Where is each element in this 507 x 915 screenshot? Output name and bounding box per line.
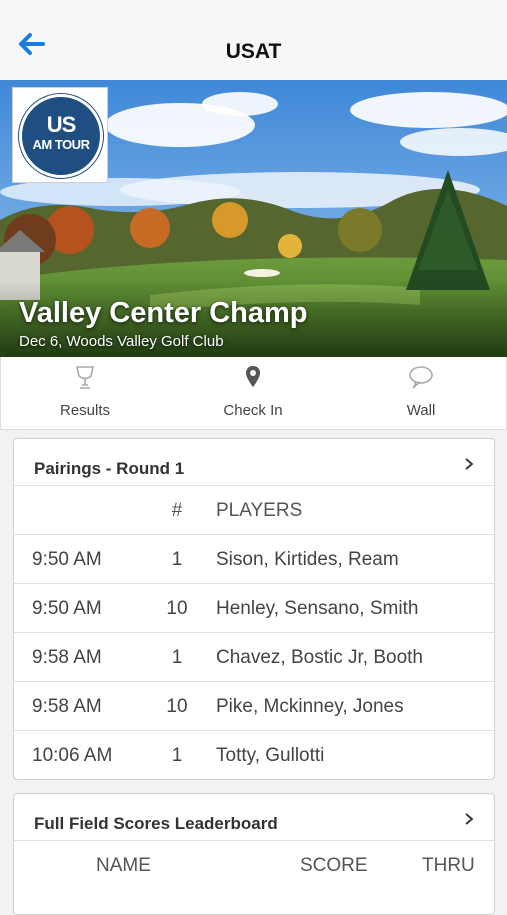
column-header-num: # [171,500,183,521]
player-names: Pike, Mckinney, Jones [216,696,404,717]
tab-check-in-label: Check In [223,402,283,419]
nav-bar: USAT [0,0,507,80]
tee-time: 10:06 AM [32,745,113,766]
chevron-right-icon [465,458,474,470]
trophy-icon [76,366,94,389]
column-header-thru: THRU [422,855,475,876]
chevron-right-icon [465,813,474,825]
table-row[interactable]: 9:58 AM 1 Chavez, Bostic Jr, Booth [14,633,494,682]
player-names: Sison, Kirtides, Ream [216,549,399,570]
tee-time: 9:50 AM [32,549,102,570]
tee-time: 9:50 AM [32,598,102,619]
table-row[interactable]: 9:58 AM 10 Pike, Mckinney, Jones [14,682,494,731]
event-title: Valley Center Champ [19,297,308,329]
tour-logo: US AM TOUR [12,87,108,183]
tee-number: 1 [171,549,183,570]
column-header-score: SCORE [300,855,368,876]
tab-results[interactable]: Results [1,357,169,429]
logo-text-amtour: AM TOUR [32,137,90,152]
logo-text-us: US [46,112,77,137]
logo-badge: US AM TOUR [19,94,103,178]
location-pin-icon [246,366,260,387]
column-header-players: PLAYERS [216,500,303,521]
speech-bubble-icon [409,366,433,389]
pairings-header[interactable]: Pairings - Round 1 [14,439,494,486]
leaderboard-header[interactable]: Full Field Scores Leaderboard [14,794,494,841]
leaderboard-column-header: NAME SCORE THRU [14,841,494,889]
tee-number: 1 [171,647,183,668]
tee-time: 9:58 AM [32,696,102,717]
event-tab-bar: Results Check In Wall [0,357,507,430]
tab-check-in[interactable]: Check In [169,357,337,429]
tee-number: 1 [171,745,183,766]
tee-number: 10 [166,598,188,619]
player-names: Henley, Sensano, Smith [216,598,419,619]
table-row[interactable]: 10:06 AM 1 Totty, Gullotti [14,731,494,779]
column-header-name: NAME [96,855,151,876]
pairings-title: Pairings - Round 1 [34,459,185,478]
tee-number: 10 [166,696,188,717]
leaderboard-title: Full Field Scores Leaderboard [34,814,278,833]
leaderboard-card: Full Field Scores Leaderboard NAME SCORE… [13,793,495,915]
player-names: Totty, Gullotti [216,745,325,766]
page-title: USAT [225,40,282,63]
tab-wall-label: Wall [406,402,436,419]
pairings-card: Pairings - Round 1 # PLAYERS 9:50 AM 1 S… [13,438,495,780]
table-row[interactable]: 9:50 AM 1 Sison, Kirtides, Ream [14,535,494,584]
tab-results-label: Results [59,402,111,419]
tab-wall[interactable]: Wall [337,357,505,429]
table-row[interactable]: 9:50 AM 10 Henley, Sensano, Smith [14,584,494,633]
event-date-venue: Dec 6, Woods Valley Golf Club [19,333,224,350]
pairings-column-header: # PLAYERS [14,486,494,535]
player-names: Chavez, Bostic Jr, Booth [216,647,423,668]
tee-time: 9:58 AM [32,647,102,668]
